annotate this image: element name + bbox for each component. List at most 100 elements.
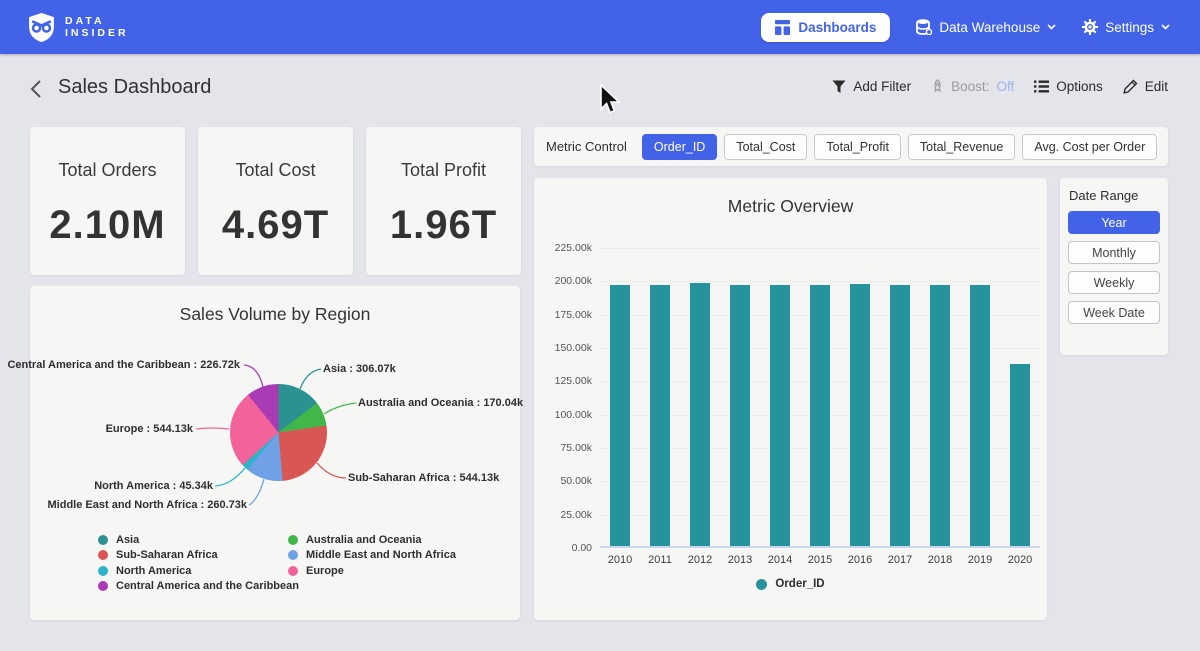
list-icon (1034, 80, 1049, 93)
y-tick-label: 25.00k (542, 510, 592, 520)
x-tick-label: 2016 (840, 554, 880, 566)
legend-dot (756, 579, 767, 590)
brand: DATA INSIDER (27, 12, 129, 43)
database-icon (916, 19, 932, 35)
pie-label-asia: Asia : 306.07k (323, 363, 396, 376)
metric-control-bar: Metric Control Order_ID Total_Cost Total_P… (534, 127, 1168, 166)
metric-option-avg-cost-per-order[interactable]: Avg. Cost per Order (1022, 134, 1157, 160)
kpi-label: Total Orders (30, 160, 185, 181)
gridline (600, 248, 1040, 249)
boost-toggle[interactable]: Boost: Off (931, 79, 1014, 94)
legend-label: Australia and Oceania (306, 534, 422, 546)
x-tick-label: 2018 (920, 554, 960, 566)
date-option-week-date[interactable]: Week Date (1068, 301, 1160, 324)
legend-label: Asia (116, 534, 139, 546)
pie-chart[interactable] (230, 384, 327, 481)
date-range-label: Date Range (1069, 188, 1160, 203)
bar-2019[interactable] (970, 285, 990, 546)
y-tick-label: 50.00k (542, 476, 592, 486)
x-tick-label: 2017 (880, 554, 920, 566)
pie-label-australia: Australia and Oceania : 170.04k (358, 397, 523, 410)
legend-item: North America (98, 563, 288, 579)
kpi-card-total-orders: Total Orders 2.10M (30, 127, 185, 275)
legend-item: Central America and the Caribbean (98, 579, 288, 595)
chevron-down-icon (1047, 24, 1056, 30)
pie-label-sub-saharan: Sub-Saharan Africa : 544.13k (348, 472, 499, 485)
bar-2013[interactable] (730, 285, 750, 546)
legend-label: Europe (306, 565, 344, 577)
dashboard-grid-icon (775, 20, 790, 35)
x-tick-label: 2010 (600, 554, 640, 566)
metric-overview-card: Metric Overview 225.00k200.00k175.00k150… (534, 178, 1047, 620)
metric-option-total-cost[interactable]: Total_Cost (724, 134, 807, 160)
legend-dot (288, 550, 298, 560)
metric-control-label: Metric Control (546, 139, 627, 154)
nav-dashboards-button[interactable]: Dashboards (761, 13, 890, 42)
kpi-label: Total Profit (366, 160, 521, 181)
date-option-year[interactable]: Year (1068, 211, 1160, 234)
top-navbar: DATA INSIDER Dashboards Data Warehouse (0, 0, 1200, 54)
boost-status: Off (996, 79, 1014, 94)
pie-label-europe: Europe : 544.13k (106, 423, 193, 436)
legend-dot (98, 566, 108, 576)
chart-title: Metric Overview (534, 196, 1047, 217)
chart-title: Sales Volume by Region (30, 304, 520, 325)
bar-2020[interactable] (1010, 364, 1030, 546)
pie-label-central-america: Central America and the Caribbean : 226.… (7, 359, 240, 372)
x-tick-label: 2019 (960, 554, 1000, 566)
bar-2011[interactable] (650, 285, 670, 546)
metric-option-total-revenue[interactable]: Total_Revenue (908, 134, 1015, 160)
bar-2018[interactable] (930, 285, 950, 546)
chevron-left-icon back-button[interactable] (28, 80, 44, 98)
legend-dot (98, 535, 108, 545)
legend-item: Middle East and North Africa (288, 548, 456, 564)
bar-2014[interactable] (770, 285, 790, 546)
bar-2015[interactable] (810, 285, 830, 546)
x-tick-label: 2013 (720, 554, 760, 566)
y-tick-label: 175.00k (542, 310, 592, 320)
y-tick-label: 200.00k (542, 276, 592, 286)
gridline (600, 281, 1040, 282)
header-toolbar: Add Filter Boost: Off Options (832, 79, 1168, 94)
kpi-value: 2.10M (30, 203, 185, 248)
pie-chart-legend: Asia Sub-Saharan Africa North America Centr… (98, 532, 456, 594)
legend-label: Middle East and North Africa (306, 549, 456, 561)
kpi-card-total-cost: Total Cost 4.69T (198, 127, 353, 275)
legend-item: Europe (288, 563, 456, 579)
date-option-weekly[interactable]: Weekly (1068, 271, 1160, 294)
page-header: Sales Dashboard Add Filter Boost: Off (0, 54, 1200, 120)
kpi-value: 1.96T (366, 203, 521, 248)
legend-label: Sub-Saharan Africa (116, 549, 218, 561)
metric-control-options: Order_ID Total_Cost Total_Profit Total_Reve… (642, 134, 1157, 160)
bar-chart-legend: Order_ID (534, 578, 1047, 590)
pencil-icon (1123, 79, 1138, 94)
metric-option-total-profit[interactable]: Total_Profit (814, 134, 901, 160)
metric-option-order-id[interactable]: Order_ID (642, 134, 717, 160)
gear-icon (1082, 19, 1098, 35)
edit-button[interactable]: Edit (1123, 79, 1168, 94)
add-filter-button[interactable]: Add Filter (832, 79, 911, 94)
date-range-options: Year Monthly Weekly Week Date (1068, 211, 1160, 324)
nav-settings[interactable]: Settings (1082, 19, 1170, 35)
bar-2016[interactable] (850, 284, 870, 546)
x-tick-label: 2011 (640, 554, 680, 566)
x-tick-label: 2020 (1000, 554, 1040, 566)
y-tick-label: 150.00k (542, 343, 592, 353)
options-button[interactable]: Options (1034, 79, 1103, 94)
chevron-down-icon (1161, 24, 1170, 30)
kpi-card-total-profit: Total Profit 1.96T (366, 127, 521, 275)
nav-data-warehouse[interactable]: Data Warehouse (916, 19, 1056, 35)
bar-2010[interactable] (610, 285, 630, 546)
bar-2012[interactable] (690, 283, 710, 546)
bar-chart-plot: 225.00k200.00k175.00k150.00k125.00k100.0… (600, 248, 1040, 548)
pie-label-north-america: North America : 45.34k (94, 480, 213, 493)
bar-2017[interactable] (890, 285, 910, 546)
legend-dot (98, 581, 108, 591)
legend-item: Australia and Oceania (288, 532, 456, 548)
y-tick-label: 225.00k (542, 243, 592, 253)
date-option-monthly[interactable]: Monthly (1068, 241, 1160, 264)
x-tick-label: 2015 (800, 554, 840, 566)
legend-label: North America (116, 565, 191, 577)
kpi-label: Total Cost (198, 160, 353, 181)
legend-label: Order_ID (775, 578, 824, 590)
